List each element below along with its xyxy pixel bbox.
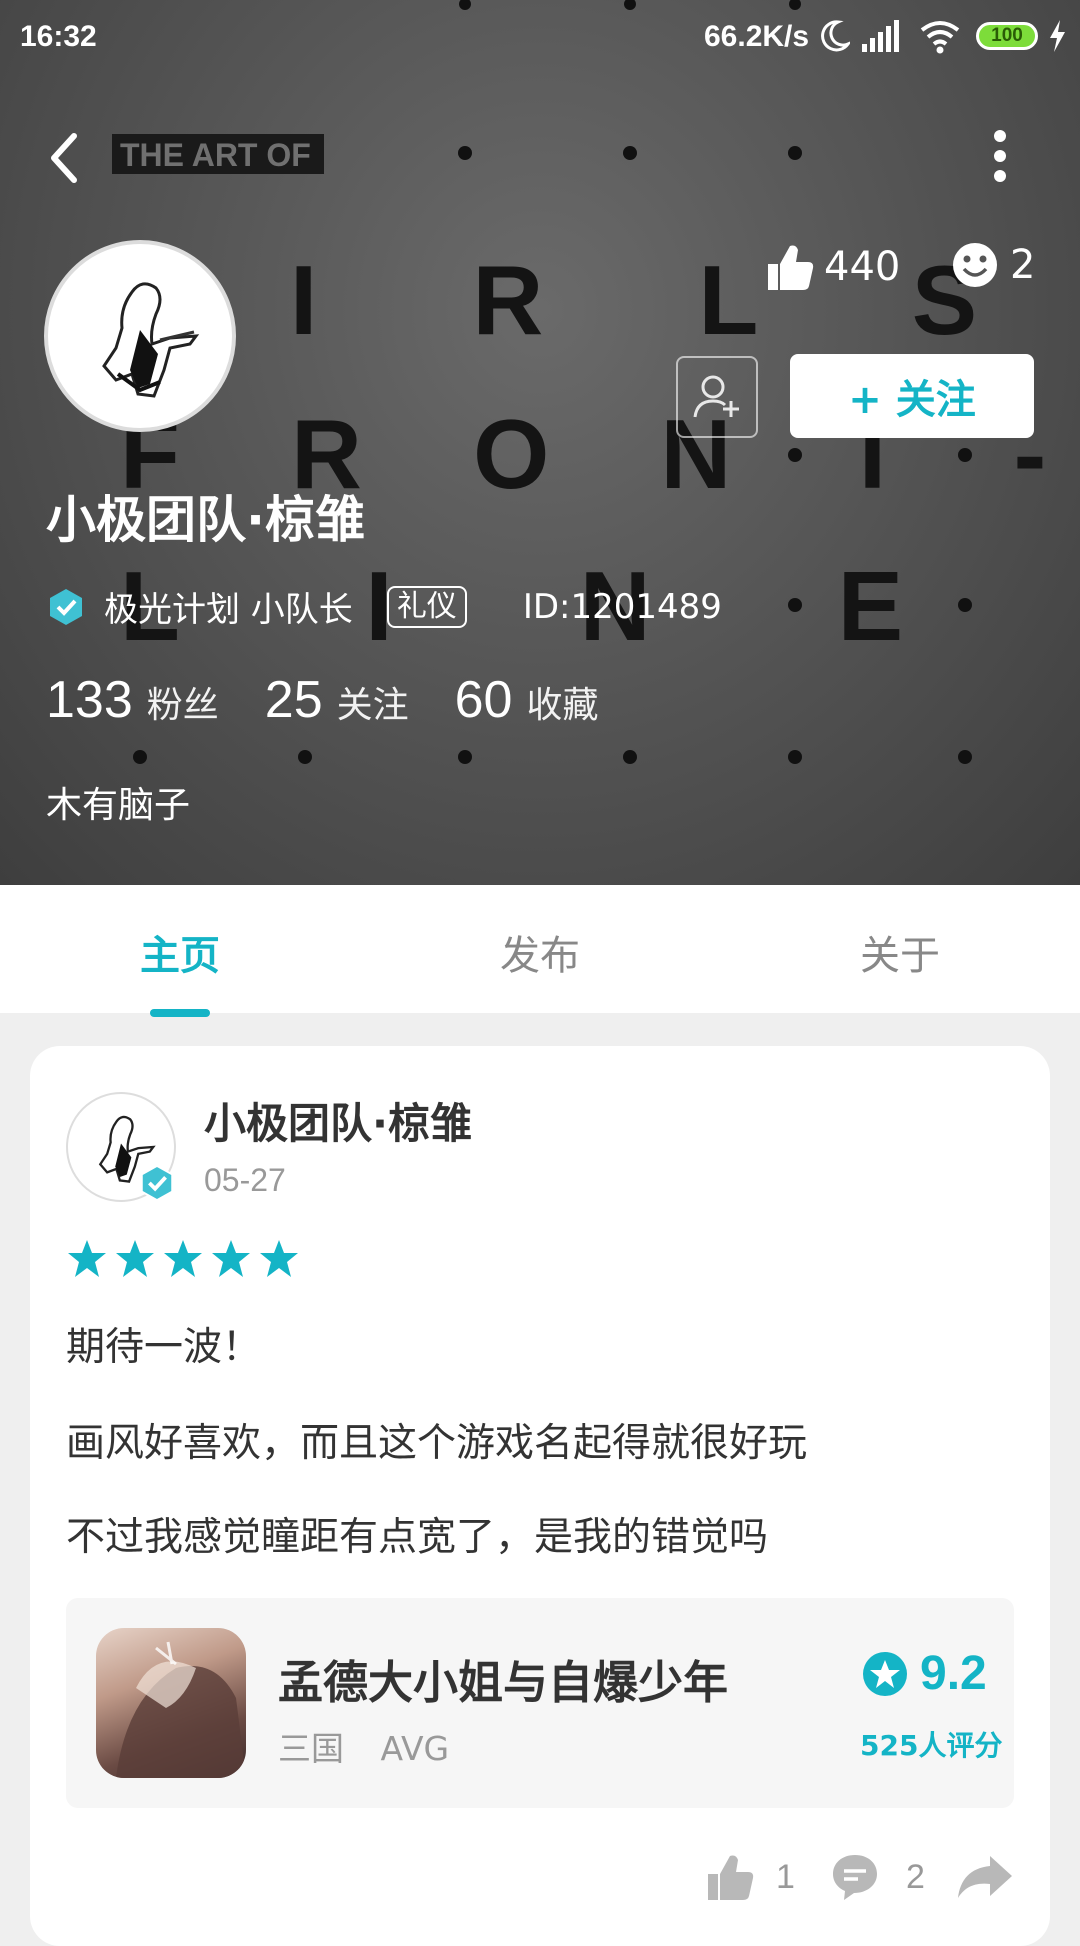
- smiley-face-icon: [953, 243, 997, 287]
- back-arrow-icon[interactable]: [44, 128, 88, 188]
- rating-star-icon: [164, 1240, 202, 1277]
- game-rating-count: 525人评分: [860, 1729, 1003, 1762]
- post-text-line: 画风好喜欢，而且这个游戏名起得就很好玩: [66, 1421, 808, 1466]
- status-time: 16:32: [20, 20, 97, 53]
- tab-home[interactable]: 主页: [140, 923, 220, 981]
- rating-star-icon: [68, 1240, 106, 1277]
- etiquette-tag[interactable]: 礼仪: [386, 585, 467, 628]
- game-link-card[interactable]: 孟德大小姐与自爆少年 三国 AVG 9.2 525人评分: [66, 1598, 1014, 1808]
- network-speed: 66.2K/s: [704, 20, 810, 53]
- avatar-sketch-illustration: [102, 282, 200, 398]
- star-badge-icon: [863, 1651, 907, 1696]
- badge-row: 极光计划 小队长 礼仪 ID:1201489: [46, 582, 722, 631]
- add-friend-button[interactable]: [676, 356, 758, 438]
- stats-row: 133 粉丝 25 关注 60 收藏: [46, 670, 645, 730]
- comment-bubble-icon: [833, 1855, 877, 1900]
- following-count[interactable]: 25: [265, 670, 323, 730]
- profile-avatar[interactable]: [44, 240, 236, 432]
- post-date: 05-27: [204, 1162, 286, 1198]
- moon-icon: [821, 20, 850, 52]
- rating-star-icon: [260, 1240, 298, 1277]
- comment-action[interactable]: 2: [830, 1852, 925, 1902]
- tab-bar: 主页 发布 关于: [0, 885, 1080, 1017]
- thumbs-up-icon: [708, 1855, 754, 1900]
- like-count: 1: [776, 1857, 795, 1896]
- verified-badge-icon: [50, 588, 82, 625]
- background-dot-pattern: [133, 0, 972, 764]
- followers-count[interactable]: 133: [46, 670, 133, 730]
- follow-button[interactable]: + 关注: [790, 354, 1034, 438]
- wifi-icon: [920, 21, 960, 54]
- smile-value: 2: [1010, 242, 1036, 288]
- add-user-icon: [693, 375, 739, 418]
- tab-about[interactable]: 关于: [860, 923, 940, 981]
- profile-bio: 木有脑子: [46, 785, 191, 826]
- game-art-image: [116, 1641, 246, 1778]
- game-rating: 9.2: [862, 1646, 987, 1701]
- favorites-label[interactable]: 收藏: [526, 676, 598, 728]
- user-id: ID:1201489: [522, 586, 722, 627]
- tab-posts[interactable]: 发布: [500, 923, 580, 981]
- post-text-line: 期待一波！: [66, 1325, 262, 1370]
- followers-label[interactable]: 粉丝: [147, 676, 219, 728]
- favorites-count[interactable]: 60: [455, 670, 513, 730]
- battery-indicator: 100: [976, 22, 1038, 50]
- game-score: 9.2: [920, 1647, 987, 1700]
- profile-name: 小极团队·椋雏: [46, 491, 365, 549]
- game-tag: 三国: [278, 1729, 344, 1768]
- post-author-name[interactable]: 小极团队·椋雏: [204, 1090, 472, 1151]
- active-tab-indicator: [150, 1009, 210, 1017]
- post-text-line: 不过我感觉瞳距有点宽了，是我的错觉吗: [66, 1515, 769, 1560]
- charging-icon: [1050, 20, 1065, 52]
- badge-title: 极光计划 小队长: [104, 590, 353, 630]
- profile-header: THE ART OF I R L S F R O N T - L I N E 1…: [0, 0, 1080, 885]
- signal-icon: [862, 20, 899, 52]
- verified-badge-icon: [140, 1164, 174, 1202]
- review-post-card[interactable]: 小极团队·椋雏 05-27 期待一波！ 画风好喜欢，而且这个游戏名起得就很好玩 …: [30, 1046, 1050, 1946]
- following-label[interactable]: 关注: [337, 676, 409, 728]
- share-arrow-icon[interactable]: [956, 1852, 1016, 1902]
- status-bar: 16:32 66.2K/s 100: [0, 0, 1080, 72]
- more-options-icon[interactable]: [984, 126, 1016, 186]
- likes-count: 440: [766, 242, 900, 292]
- like-action[interactable]: 1: [706, 1852, 795, 1902]
- thumbs-up-icon: [768, 245, 814, 290]
- rating-star-icon: [116, 1240, 154, 1277]
- rating-star-icon: [212, 1240, 250, 1277]
- game-title: 孟德大小姐与自爆少年: [278, 1656, 729, 1709]
- game-icon: [96, 1628, 246, 1778]
- comment-count: 2: [906, 1857, 925, 1896]
- star-rating: [66, 1238, 300, 1280]
- game-tags: 三国 AVG: [278, 1722, 475, 1770]
- likes-value: 440: [824, 244, 901, 290]
- smile-count: 2: [952, 242, 1035, 288]
- game-tag: AVG: [380, 1729, 450, 1768]
